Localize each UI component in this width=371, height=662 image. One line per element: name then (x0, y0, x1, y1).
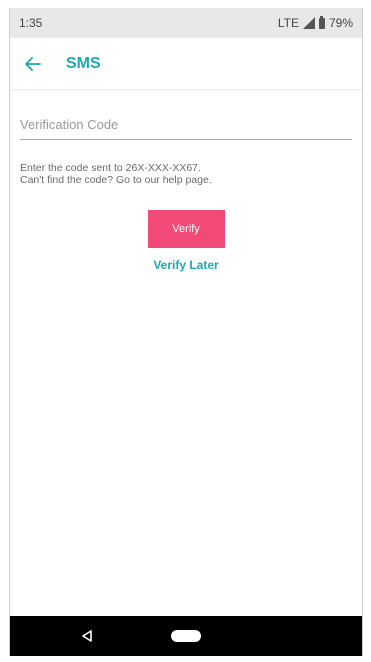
status-bar: 1:35 LTE 79% (10, 8, 362, 38)
verify-button[interactable]: Verify (147, 210, 225, 248)
status-time: 1:35 (19, 16, 43, 30)
battery-level: 79% (328, 16, 353, 30)
triangle-back-icon[interactable] (80, 629, 94, 643)
verification-code-input[interactable] (20, 117, 352, 140)
instruction-prefix: Can't find the code? (20, 174, 116, 186)
help-page-link[interactable]: Go to our help page. (116, 174, 212, 186)
home-pill-icon[interactable] (171, 630, 201, 642)
verification-form: Enter the code sent to 26X-XXX-XX67. Can… (10, 90, 362, 272)
actions: Verify Verify Later (20, 186, 352, 272)
network-type: LTE (277, 16, 299, 30)
app-bar: SMS (10, 38, 362, 90)
instruction-line-1: Enter the code sent to 26X-XXX-XX67. (20, 162, 201, 174)
page-title: SMS (66, 54, 101, 72)
app-frame: 1:35 LTE 79% SMS Enter the code sent t (9, 8, 363, 656)
navigation-bar (10, 616, 362, 656)
verify-later-link[interactable]: Verify Later (153, 258, 218, 272)
instructions-text: Enter the code sent to 26X-XXX-XX67. Can… (20, 162, 352, 186)
device-screen: 1:35 LTE 79% SMS Enter the code sent t (0, 0, 371, 662)
arrow-left-icon[interactable] (22, 53, 44, 75)
instruction-line-2: Can't find the code? Go to our help page… (20, 174, 352, 186)
status-indicators: LTE 79% (277, 15, 353, 30)
signal-icon (302, 17, 315, 29)
battery-icon (318, 15, 325, 29)
